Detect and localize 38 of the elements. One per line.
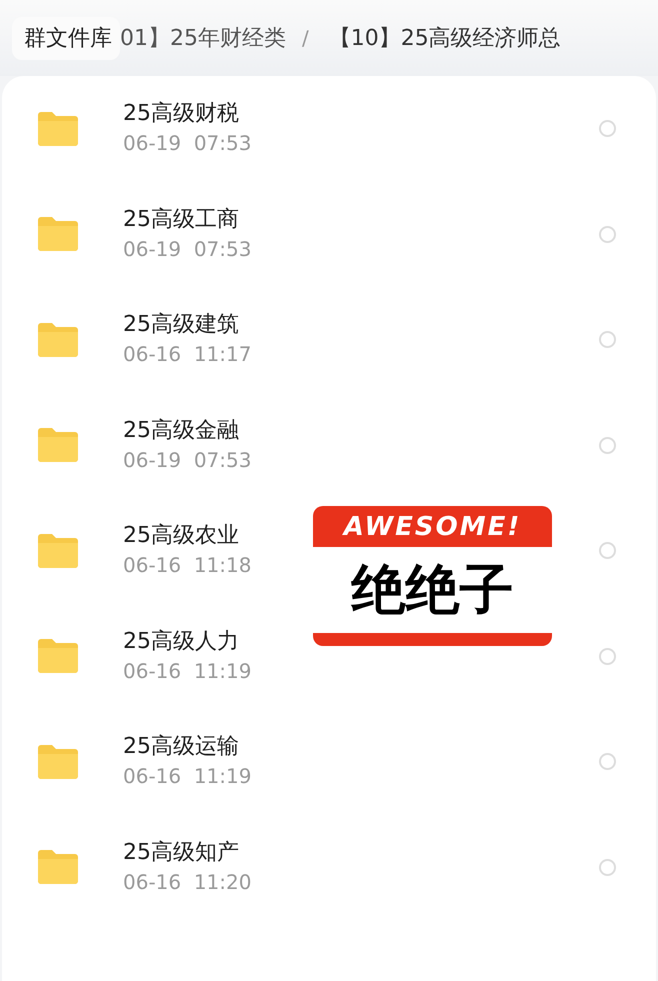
file-name[interactable]: 25高级农业 xyxy=(123,522,252,552)
file-name[interactable]: 25高级知产 xyxy=(123,838,252,868)
select-radio[interactable] xyxy=(599,542,616,560)
file-name[interactable]: 25高级财税 xyxy=(123,100,252,130)
file-time: 06-16 11:19 xyxy=(123,763,252,790)
select-radio[interactable] xyxy=(599,858,616,876)
breadcrumb-root[interactable]: 群文件库 xyxy=(12,16,120,60)
sticker-caption: AWESOME! xyxy=(341,511,522,544)
folder-icon xyxy=(38,322,78,357)
breadcrumb-separator: / xyxy=(302,25,309,52)
select-radio[interactable] xyxy=(599,648,616,665)
folder-icon xyxy=(38,217,78,252)
file-time: 06-16 11:17 xyxy=(123,341,252,368)
file-name[interactable]: 25高级金融 xyxy=(123,416,252,446)
select-radio[interactable] xyxy=(599,436,616,454)
file-time: 06-19 07:53 xyxy=(123,236,252,263)
select-radio[interactable] xyxy=(599,120,616,138)
file-time: 06-16 11:20 xyxy=(123,868,252,896)
breadcrumb-item[interactable]: 01】25年财经类 xyxy=(120,22,286,54)
file-name[interactable]: 25高级工商 xyxy=(123,206,252,235)
folder-icon xyxy=(38,639,78,674)
file-name[interactable]: 25高级人力 xyxy=(123,628,252,657)
select-radio[interactable] xyxy=(599,331,616,348)
folder-icon xyxy=(38,112,78,146)
file-name[interactable]: 25高级建筑 xyxy=(123,311,252,340)
sticker-text: 绝绝子 xyxy=(313,547,552,633)
folder-icon xyxy=(38,744,78,779)
file-name[interactable]: 25高级运输 xyxy=(123,733,252,762)
folder-icon xyxy=(38,850,78,884)
select-radio[interactable] xyxy=(599,753,616,770)
select-radio[interactable] xyxy=(599,226,616,243)
folder-icon xyxy=(38,534,78,568)
file-time: 06-19 07:53 xyxy=(123,446,252,474)
breadcrumb-item[interactable]: 【10】25高级经济师总 xyxy=(328,22,561,54)
file-time: 06-16 11:19 xyxy=(123,658,252,685)
file-time: 06-16 11:18 xyxy=(123,552,252,580)
folder-icon xyxy=(38,428,78,462)
file-time: 06-19 07:53 xyxy=(123,130,252,158)
